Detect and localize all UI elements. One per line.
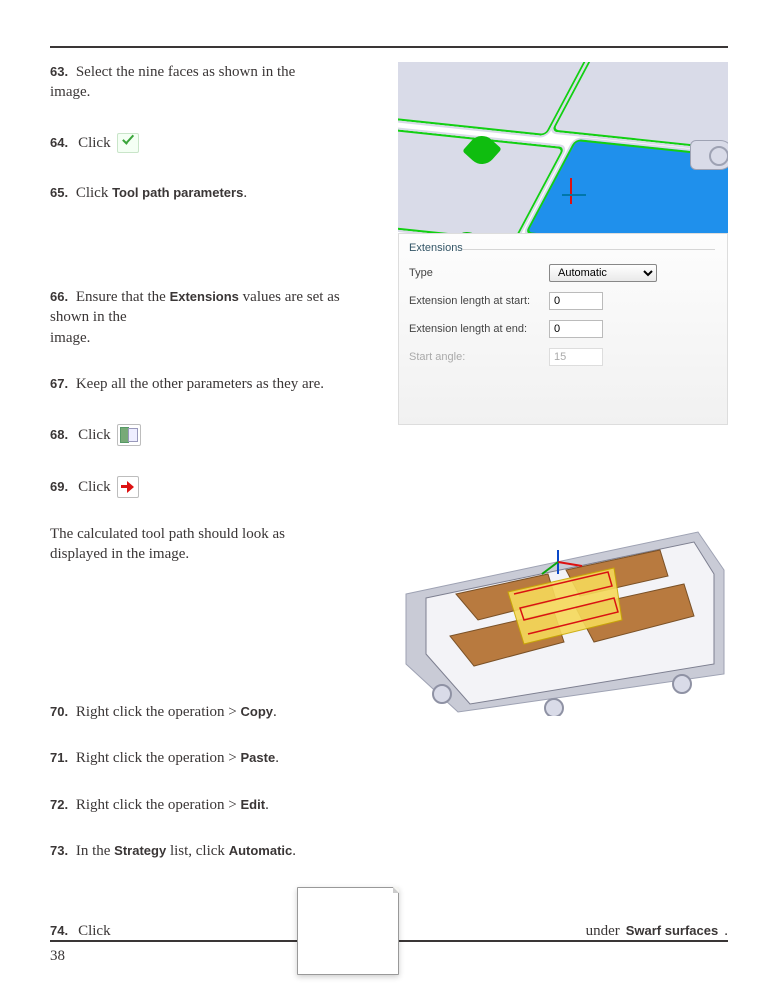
- panel-input-start[interactable]: [549, 292, 603, 310]
- step-73: 73. In the Strategy list, click Automati…: [50, 841, 728, 861]
- step-text: .: [724, 921, 728, 941]
- panel-label-type: Type: [409, 267, 549, 279]
- bold-term: Automatic: [229, 843, 293, 858]
- document-page: 63. Select the nine faces as shown in th…: [0, 0, 778, 989]
- panel-label-start: Extension length at start:: [409, 295, 549, 307]
- step-number: 65.: [50, 185, 68, 200]
- step-66: 66. Ensure that the Extensions values ar…: [50, 287, 370, 348]
- top-rule: [50, 46, 728, 48]
- step-text: Keep all the other parameters as they ar…: [76, 376, 324, 392]
- figure-extensions-panel: Extensions Type Automatic Extension leng…: [398, 233, 728, 425]
- step-text: .: [275, 750, 279, 766]
- step-number: 64.: [50, 134, 68, 152]
- step-text: image.: [50, 84, 90, 100]
- step-text: Right click the operation >: [76, 750, 241, 766]
- step-68: 68. Click: [50, 424, 728, 446]
- step-text: under: [586, 921, 620, 941]
- step-number: 71.: [50, 750, 68, 765]
- bold-term: Strategy: [114, 843, 166, 858]
- panel-type-select[interactable]: Automatic: [549, 264, 657, 282]
- step-number: 73.: [50, 843, 68, 858]
- note-text: displayed in the image.: [50, 546, 189, 562]
- panel-label-end: Extension length at end:: [409, 323, 549, 335]
- figure-toolpath-result: [398, 524, 728, 716]
- step-number: 74.: [50, 922, 68, 940]
- bold-term: Swarf surfaces: [626, 922, 719, 940]
- bold-term: Tool path parameters: [112, 185, 243, 200]
- step-71: 71. Right click the operation > Paste.: [50, 748, 728, 768]
- step-text: Click: [78, 921, 111, 941]
- checkmark-icon: [117, 133, 139, 153]
- step-text: Click: [76, 185, 112, 201]
- step-text: In the: [76, 843, 114, 859]
- step-number: 66.: [50, 289, 68, 304]
- step-text: Right click the operation >: [76, 797, 241, 813]
- step-72: 72. Right click the operation > Edit.: [50, 795, 728, 815]
- bold-term: Extensions: [170, 289, 239, 304]
- step-text: list, click: [166, 843, 229, 859]
- step-text: .: [243, 185, 247, 201]
- step-text: .: [292, 843, 296, 859]
- step-text: .: [265, 797, 269, 813]
- calculate-icon: [117, 424, 141, 446]
- step-64: 64. Click: [50, 133, 370, 153]
- bold-term: Paste: [241, 750, 276, 765]
- step-number: 72.: [50, 797, 68, 812]
- step-69: 69. Click: [50, 476, 728, 498]
- step-number: 63.: [50, 64, 68, 79]
- step-69-note: The calculated tool path should look as …: [50, 524, 380, 565]
- bold-term: Edit: [241, 797, 266, 812]
- step-number: 69.: [50, 478, 68, 496]
- step-74: 74. Click under Swarf surfaces.: [50, 887, 728, 975]
- panel-input-angle: [549, 348, 603, 366]
- panel-group-label: Extensions: [409, 242, 717, 254]
- step-text: Click: [78, 477, 111, 497]
- step-text: Click: [78, 133, 111, 153]
- step-number: 68.: [50, 426, 68, 444]
- step-63: 63. Select the nine faces as shown in th…: [50, 62, 370, 103]
- step-text: Click: [78, 425, 111, 445]
- step-number: 67.: [50, 376, 68, 391]
- panel-label-angle: Start angle:: [409, 351, 549, 363]
- run-arrow-icon: [117, 476, 139, 498]
- step-67: 67. Keep all the other parameters as the…: [50, 374, 370, 394]
- page-icon: [297, 887, 399, 975]
- step-text: image.: [50, 330, 90, 346]
- panel-input-end[interactable]: [549, 320, 603, 338]
- note-text: The calculated tool path should look as: [50, 526, 285, 542]
- step-65: 65. Click Tool path parameters.: [50, 183, 370, 203]
- step-text: Ensure that the: [76, 289, 170, 305]
- step-text: Select the nine faces as shown in the: [76, 64, 296, 80]
